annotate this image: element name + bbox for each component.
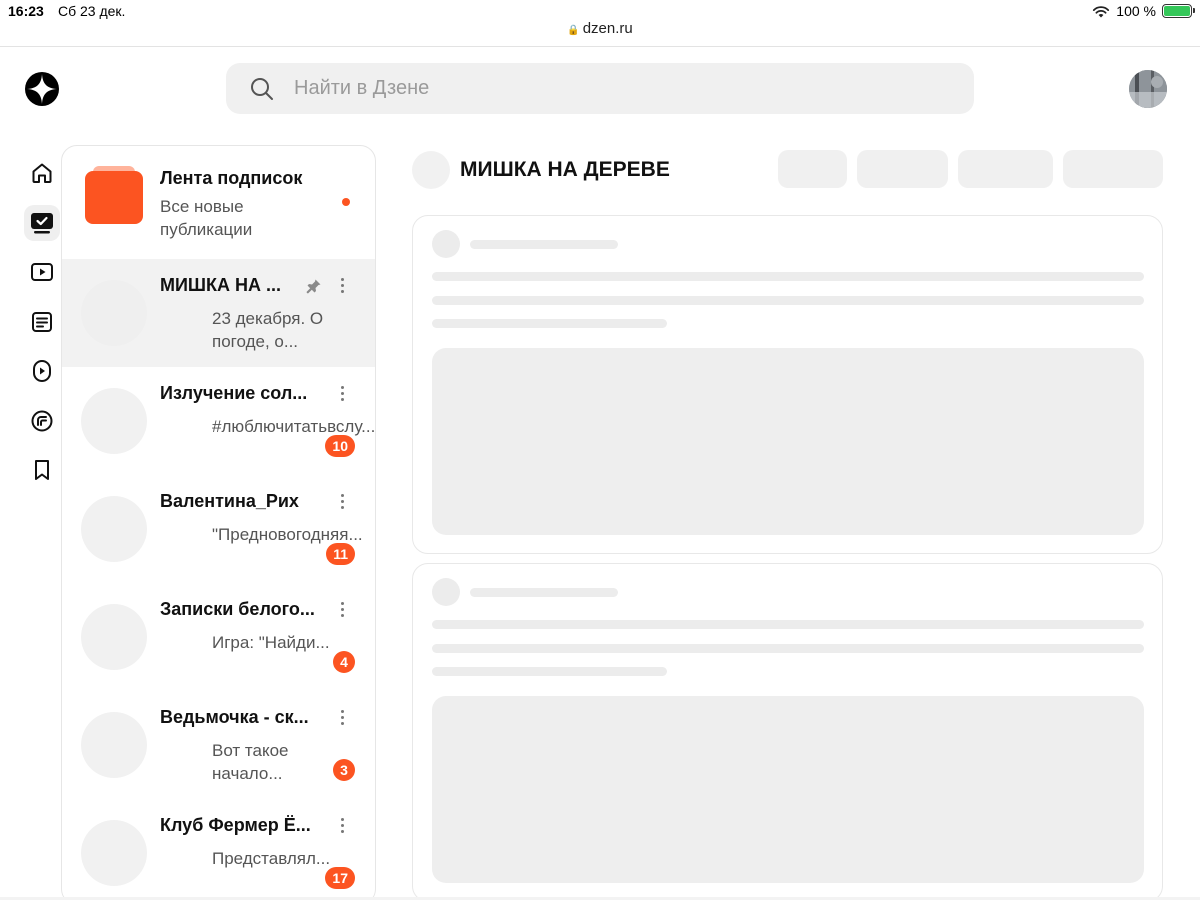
channel-item-avatar <box>81 604 147 670</box>
more-options-icon[interactable] <box>334 275 350 295</box>
feed-subtitle: Все новые публикации <box>160 197 253 239</box>
unread-count-badge: 11 <box>326 543 355 565</box>
tab-placeholder-3[interactable] <box>958 150 1053 188</box>
feed-subscriptions-item[interactable]: Лента подписок Все новые публикации <box>62 146 375 259</box>
skeleton-image <box>432 696 1144 883</box>
unread-count-badge: 3 <box>333 759 355 781</box>
wifi-icon <box>1093 6 1110 18</box>
search-icon <box>251 77 273 100</box>
channel-item-name: МИШКА НА ... <box>160 275 282 295</box>
channel-item-preview: Представлял... <box>212 849 331 868</box>
unread-count-badge: 4 <box>333 651 355 673</box>
channel-avatar[interactable] <box>412 151 450 189</box>
user-avatar[interactable] <box>1129 70 1167 108</box>
channel-item-preview: #люблючитатьвслу... <box>212 417 376 436</box>
shorts-icon <box>33 360 51 382</box>
lock-icon: 🔒 <box>567 25 580 36</box>
more-options-icon[interactable] <box>334 383 350 403</box>
skeleton-line <box>432 272 1144 281</box>
more-options-icon[interactable] <box>334 491 350 511</box>
skeleton-line <box>432 620 1144 629</box>
skeleton-line <box>432 644 1144 653</box>
channel-item-preview: 23 декабря. О погоде, о... <box>212 309 324 351</box>
nav-subscriptions[interactable] <box>24 204 60 241</box>
channel-item[interactable]: Записки белого... Игра: "Найди... 4 <box>62 583 375 691</box>
channel-list: МИШКА НА ... 23 декабря. О погоде, о... Из… <box>62 259 375 900</box>
channel-item-avatar <box>81 280 147 346</box>
address-bar[interactable]: 🔒 dzen.ru <box>0 20 1200 46</box>
url-text: dzen.ru <box>582 20 633 37</box>
status-right: 100 % <box>1092 3 1195 19</box>
articles-icon <box>32 311 52 332</box>
posts-icon <box>31 410 53 431</box>
channel-item-name: Излучение сол... <box>160 383 308 403</box>
channel-item[interactable]: Валентина_Рих "Предновогодняя... 11 <box>62 475 375 583</box>
skeleton-line <box>470 240 618 249</box>
channel-item-avatar <box>81 712 147 778</box>
status-date: Сб 23 дек. <box>58 3 126 19</box>
nav-video[interactable] <box>24 254 60 290</box>
tab-placeholder-4[interactable] <box>1063 150 1163 188</box>
battery-icon <box>1162 4 1195 18</box>
channel-item-preview: Игра: "Найди... <box>212 633 330 652</box>
channel-item-name: Клуб Фермер Ё... <box>160 815 311 835</box>
tab-placeholder-2[interactable] <box>857 150 948 188</box>
skeleton-line <box>432 667 667 676</box>
channel-item-name: Ведьмочка - ск... <box>160 707 309 727</box>
side-navigation <box>24 155 60 502</box>
tab-placeholder-1[interactable] <box>778 150 847 188</box>
subscriptions-icon <box>31 212 53 233</box>
nav-posts[interactable] <box>24 403 60 439</box>
channel-item[interactable]: МИШКА НА ... 23 декабря. О погоде, о... <box>62 259 375 367</box>
video-icon <box>31 263 53 281</box>
more-options-icon[interactable] <box>334 599 350 619</box>
divider <box>0 46 1200 47</box>
skeleton-avatar <box>432 578 460 606</box>
nav-shorts[interactable] <box>24 353 60 389</box>
feed-stack-icon <box>85 166 143 224</box>
dzen-logo-icon[interactable] <box>24 71 60 107</box>
more-options-icon[interactable] <box>334 815 350 835</box>
home-icon <box>32 163 52 183</box>
channel-item-name: Записки белого... <box>160 599 315 619</box>
search-bar[interactable] <box>226 63 974 114</box>
channel-item-avatar <box>81 388 147 454</box>
nav-articles[interactable] <box>24 304 60 340</box>
skeleton-line <box>432 319 667 328</box>
battery-percent: 100 % <box>1116 3 1156 19</box>
post-card-skeleton <box>412 563 1163 900</box>
channel-title[interactable]: МИШКА НА ДЕРЕВЕ <box>460 158 670 182</box>
search-input[interactable] <box>294 77 894 100</box>
post-card-skeleton <box>412 215 1163 554</box>
channel-item-avatar <box>81 820 147 886</box>
unread-count-badge: 10 <box>325 435 355 457</box>
bookmark-icon <box>35 460 49 480</box>
channel-item-preview: Вот такое начало... <box>212 741 289 783</box>
channel-item-avatar <box>81 496 147 562</box>
skeleton-image <box>432 348 1144 535</box>
subscriptions-panel: Лента подписок Все новые публикации МИШК… <box>61 145 376 900</box>
pin-icon <box>306 279 321 294</box>
skeleton-line <box>432 296 1144 305</box>
channel-item[interactable]: Излучение сол... #люблючитатьвслу... 10 <box>62 367 375 475</box>
new-indicator-dot <box>342 198 350 206</box>
more-options-icon[interactable] <box>334 707 350 727</box>
unread-count-badge: 17 <box>325 867 355 889</box>
channel-item-name: Валентина_Рих <box>160 491 299 511</box>
nav-bookmarks[interactable] <box>24 452 60 488</box>
nav-home[interactable] <box>24 155 60 191</box>
feed-title: Лента подписок <box>160 168 303 188</box>
skeleton-line <box>470 588 618 597</box>
skeleton-avatar <box>432 230 460 258</box>
channel-item[interactable]: Клуб Фермер Ё... Представлял... 17 <box>62 799 375 900</box>
status-time: 16:23 <box>8 3 44 19</box>
channel-item[interactable]: Ведьмочка - ск... Вот такое начало... 3 <box>62 691 375 799</box>
channel-item-preview: "Предновогодняя... <box>212 525 363 544</box>
